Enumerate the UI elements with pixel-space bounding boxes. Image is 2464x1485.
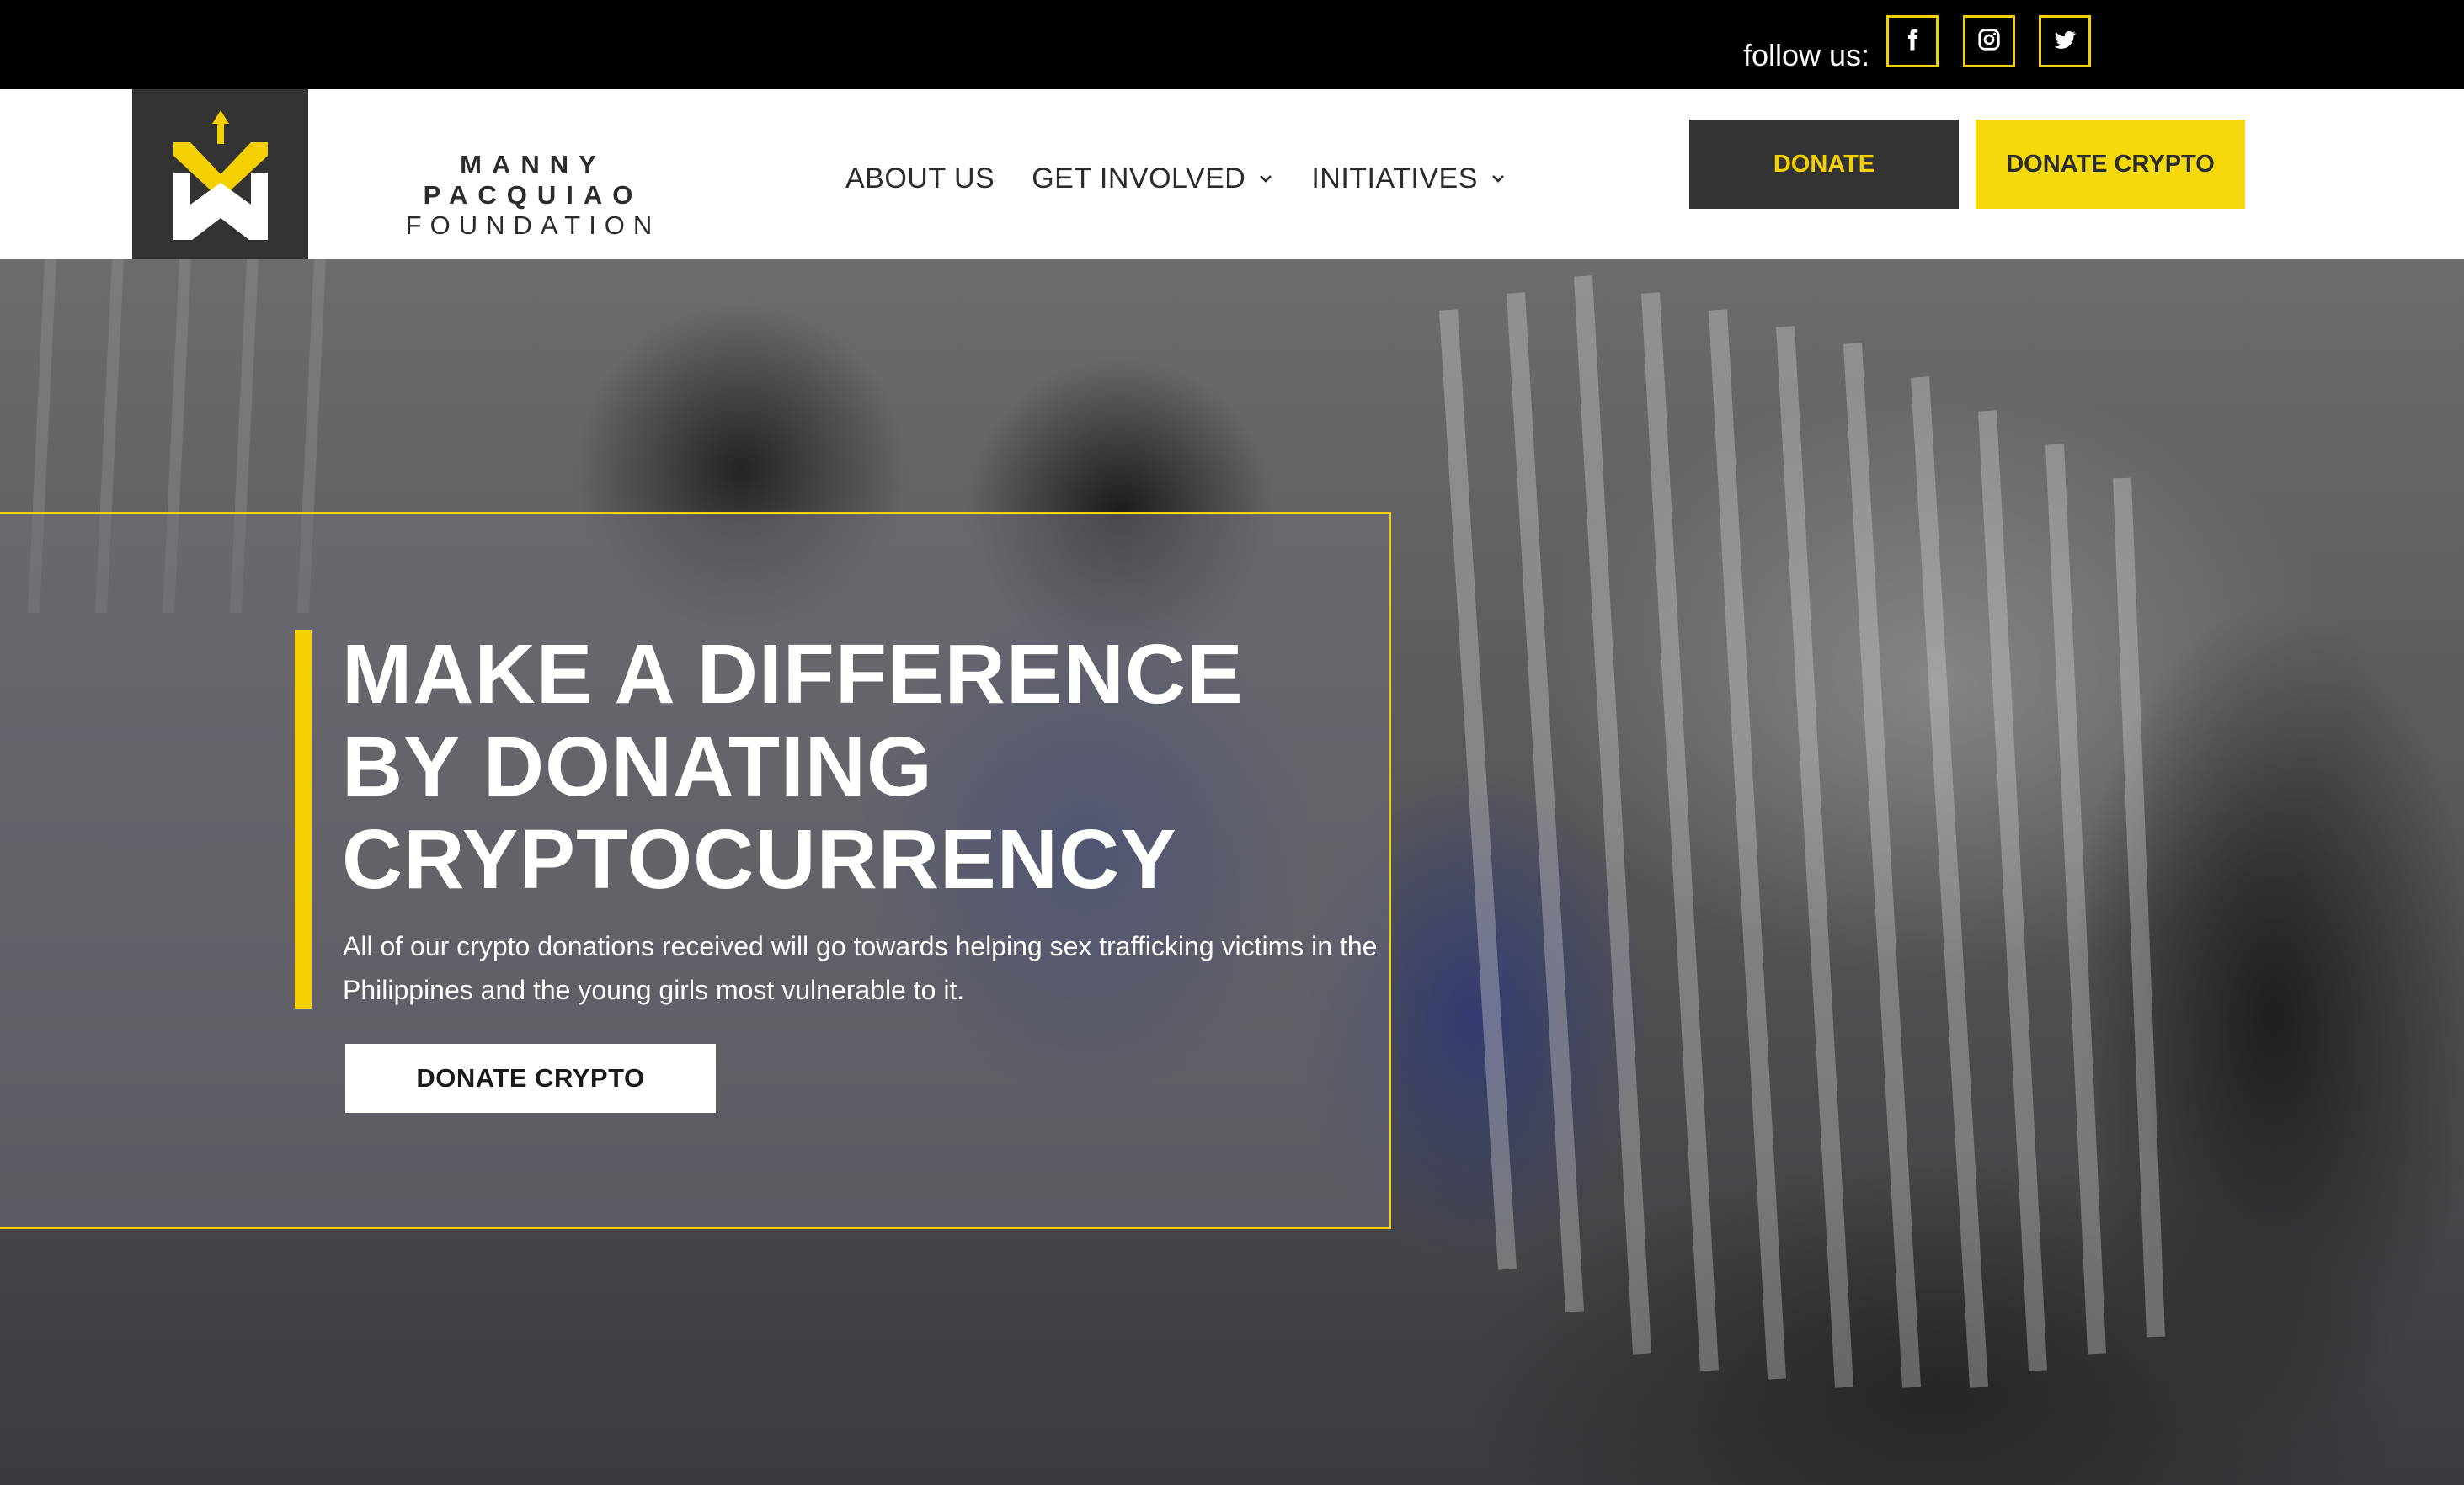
facebook-link[interactable] xyxy=(1886,15,1939,67)
hero-title-line: CRYPTOCURRENCY xyxy=(342,812,1177,907)
donate-button[interactable]: DONATE xyxy=(1689,120,1959,209)
brand-wordmark: MANNY PACQUIAO FOUNDATION xyxy=(344,150,723,241)
nav-item-get-involved[interactable]: GET INVOLVED xyxy=(1032,162,1274,195)
hero-title-line: BY DONATING xyxy=(342,720,933,814)
facebook-icon xyxy=(1900,27,1925,56)
foundation-logo-icon xyxy=(165,105,276,244)
instagram-link[interactable] xyxy=(1963,15,2015,67)
hero-title: MAKE A DIFFERENCE BY DONATING CRYPTOCURR… xyxy=(342,628,1352,906)
chevron-down-icon xyxy=(1260,175,1272,183)
nav-item-label: GET INVOLVED xyxy=(1032,162,1246,194)
follow-us-label: follow us: xyxy=(1743,38,1870,72)
site-header: MANNY PACQUIAO FOUNDATION ABOUT US GET I… xyxy=(0,89,2464,259)
instagram-icon xyxy=(1976,27,2002,56)
nav-item-label: ABOUT US xyxy=(845,162,995,194)
donate-crypto-header-button[interactable]: DONATE CRYPTO xyxy=(1976,120,2245,209)
hero-section: MAKE A DIFFERENCE BY DONATING CRYPTOCURR… xyxy=(0,259,2464,1485)
logo-link[interactable] xyxy=(132,89,308,259)
chevron-down-icon xyxy=(1492,175,1504,183)
nav-item-about-us[interactable]: ABOUT US xyxy=(845,162,995,195)
brand-name: MANNY PACQUIAO xyxy=(423,150,643,210)
hero-description: All of our crypto donations received wil… xyxy=(343,931,1378,1005)
nav-item-initiatives[interactable]: INITIATIVES xyxy=(1311,162,1507,195)
hero-title-line: MAKE A DIFFERENCE xyxy=(342,627,1244,721)
top-bar: follow us: xyxy=(0,0,2464,89)
page: follow us: MANNY PACQUIAO FOUNDATION ABO… xyxy=(0,0,2464,1485)
nav-item-label: INITIATIVES xyxy=(1311,162,1478,194)
donate-crypto-hero-button[interactable]: DONATE CRYPTO xyxy=(345,1044,716,1113)
brand-subtitle: FOUNDATION xyxy=(405,210,661,240)
hero-accent-bar xyxy=(295,630,312,1009)
twitter-link[interactable] xyxy=(2039,15,2091,67)
main-nav: ABOUT US GET INVOLVED INITIATIVES xyxy=(845,155,1544,202)
twitter-icon xyxy=(2052,27,2077,56)
